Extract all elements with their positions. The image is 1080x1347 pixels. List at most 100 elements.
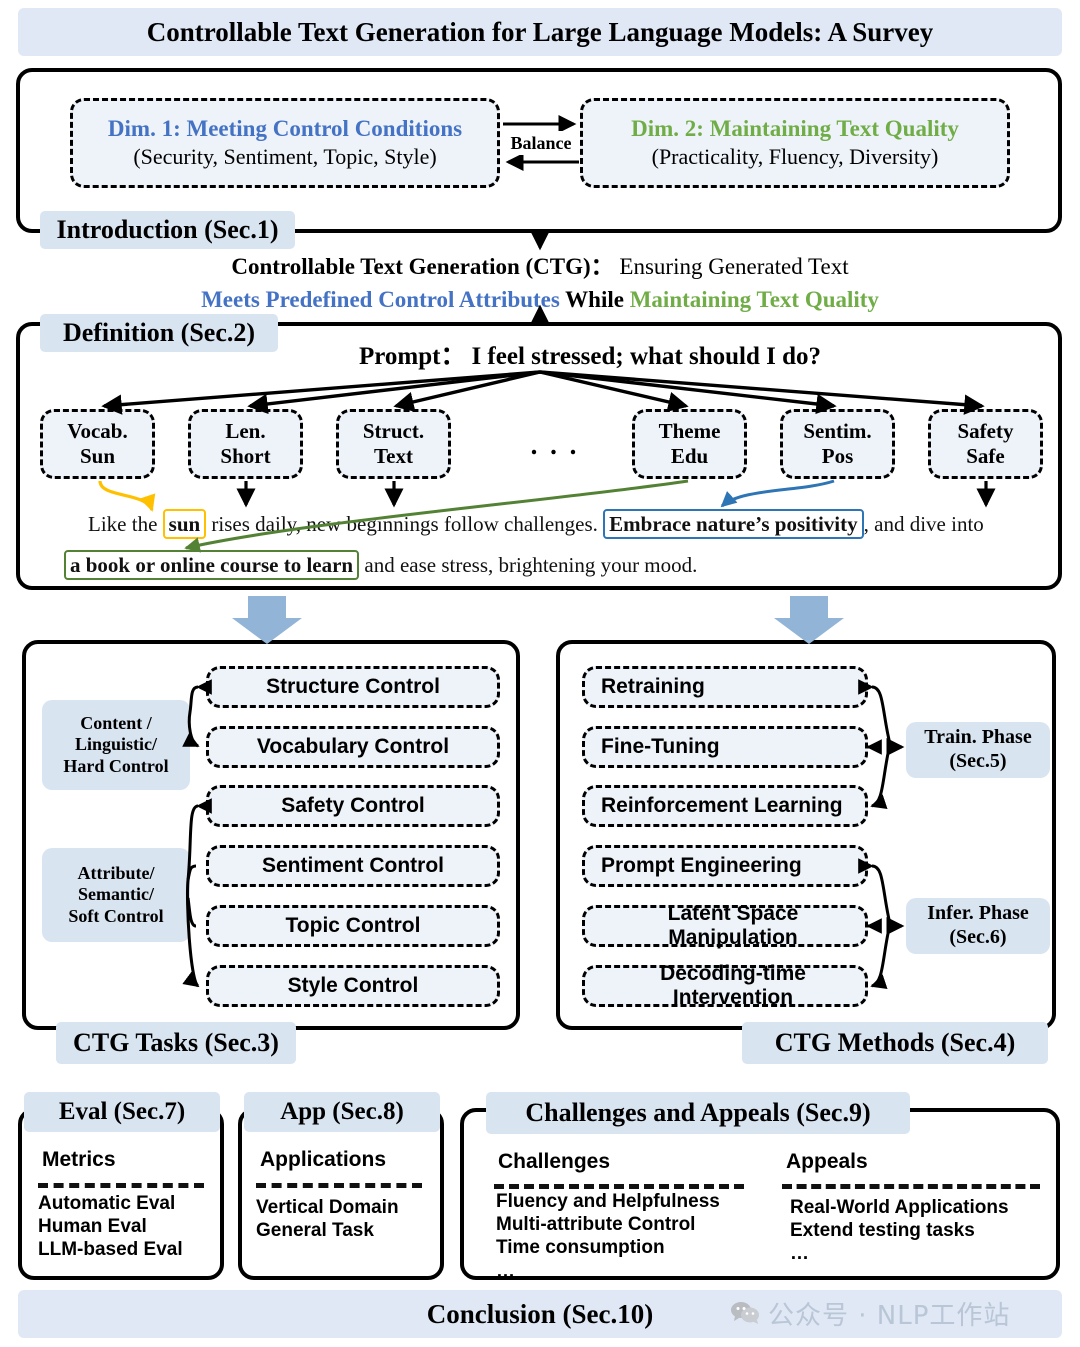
gen-l2-b: and ease stress, brightening your mood. <box>359 553 698 577</box>
task-item-topic-control-label: Topic Control <box>285 914 421 937</box>
conclusion-label: Conclusion (Sec.10) <box>426 1298 654 1329</box>
prompt-line: Prompt： I feel stressed; what should I do… <box>290 336 890 372</box>
section-tag-app-text: App (Sec.8) <box>280 1098 404 1125</box>
generated-text-line2: a book or online course to learn and eas… <box>64 550 698 580</box>
attribute-box-sentim: Sentim. Pos <box>780 409 895 479</box>
group-chip-train-phase: Train. Phase (Sec.5) <box>906 722 1050 778</box>
watermark: 公众号 · NLP工作站 <box>730 1296 1011 1331</box>
generated-text-line1: Like the sun rises daily, new beginnings… <box>88 509 984 539</box>
attribute-box-struct: Struct. Text <box>336 409 451 479</box>
gen-l1-b: rises daily, new beginnings follow chall… <box>206 512 604 536</box>
attribute-box-theme-line1: Theme <box>658 419 721 443</box>
group-chip-infer-phase-line2: (Sec.6) <box>949 926 1007 948</box>
challenges-right-subhead: Appeals <box>786 1150 868 1174</box>
attributes-ellipsis-text: . . . <box>530 430 580 460</box>
attribute-box-len-line2: Short <box>220 444 271 468</box>
dim2-box: Dim. 2: Maintaining Text Quality (Practi… <box>580 98 1010 188</box>
group-chip-soft-control-line1: Attribute/ <box>77 863 155 884</box>
section-tag-definition: Definition (Sec.2) <box>40 314 278 352</box>
method-item-reinforcement-learning-label: Reinforcement Learning <box>601 794 843 817</box>
group-chip-train-phase-line2: (Sec.5) <box>949 750 1007 772</box>
attribute-box-len-line1: Len. <box>225 419 266 443</box>
dim1-heading: Dim. 1: Meeting Control Conditions <box>107 116 463 141</box>
page-title-text: Controllable Text Generation for Large L… <box>146 16 934 47</box>
attribute-box-vocab: Vocab. Sun <box>40 409 155 479</box>
task-item-style-control-label: Style Control <box>287 974 419 997</box>
attribute-box-struct-line2: Text <box>374 444 413 468</box>
attribute-box-safety: Safety Safe <box>928 409 1043 479</box>
method-item-decoding-time-intervention-label: Decoding-time Intervention <box>660 962 806 1009</box>
eval-subhead: Metrics <box>42 1148 116 1172</box>
group-chip-hard-control: Content / Linguistic/ Hard Control <box>42 700 190 790</box>
challenges-right-list: Real-World Applications Extend testing t… <box>790 1196 1009 1266</box>
method-item-latent-space-manipulation-label: Latent Space Manipulation <box>667 902 799 949</box>
challenges-right-list-item: Extend testing tasks <box>790 1220 975 1242</box>
group-chip-hard-control-line3: Hard Control <box>63 755 169 776</box>
app-subhead-text: Applications <box>260 1148 387 1171</box>
challenges-right-divider <box>782 1184 1040 1189</box>
dim2-subtext: (Practicality, Fluency, Diversity) <box>651 144 939 169</box>
section-tag-introduction-text: Introduction (Sec.1) <box>56 215 279 244</box>
eval-list-item: Automatic Eval <box>38 1193 176 1214</box>
eval-divider <box>38 1183 204 1188</box>
task-item-sentiment-control-label: Sentiment Control <box>262 854 444 877</box>
attribute-box-sentim-line1: Sentim. <box>803 419 872 443</box>
challenges-left-divider <box>494 1184 744 1189</box>
highlight-positivity: Embrace nature’s positivity <box>603 509 864 539</box>
task-item-sentiment-control[interactable]: Sentiment Control <box>206 845 500 887</box>
ctg-statement-line1-rest: Ensuring Generated Text <box>613 254 849 279</box>
section-tag-challenges-text: Challenges and Appeals (Sec.9) <box>525 1098 871 1127</box>
method-item-retraining[interactable]: Retraining <box>582 666 868 708</box>
task-item-vocabulary-control-label: Vocabulary Control <box>256 735 450 758</box>
attribute-box-theme: Theme Edu <box>632 409 747 479</box>
group-chip-hard-control-line1: Content / <box>80 713 152 734</box>
eval-list-item: LLM-based Eval <box>38 1239 183 1261</box>
task-item-vocabulary-control[interactable]: Vocabulary Control <box>206 726 500 768</box>
group-chip-hard-control-line2: Linguistic/ <box>74 734 158 755</box>
challenges-right-subhead-text: Appeals <box>786 1150 868 1173</box>
challenges-right-list-item: … <box>790 1243 809 1265</box>
gen-l1-c: , and dive into <box>863 512 984 536</box>
app-subhead: Applications <box>260 1148 386 1172</box>
task-item-style-control[interactable]: Style Control <box>206 965 500 1007</box>
challenges-left-list: Fluency and Helpfulness Multi-attribute … <box>496 1190 720 1283</box>
highlight-sun: sun <box>162 509 207 539</box>
watermark-text: 公众号 · NLP工作站 <box>768 1300 1011 1331</box>
attribute-box-safety-line1: Safety <box>957 419 1014 443</box>
balance-label: Balance <box>503 131 579 155</box>
eval-subhead-text: Metrics <box>42 1148 116 1171</box>
challenges-left-list-item: Fluency and Helpfulness <box>496 1191 720 1212</box>
section-tag-eval-text: Eval (Sec.7) <box>58 1098 186 1125</box>
app-list-item: Vertical Domain <box>256 1197 399 1218</box>
prompt-label: Prompt： <box>358 343 466 370</box>
method-item-decoding-time-intervention[interactable]: Decoding-time Intervention <box>582 962 868 1009</box>
attribute-box-vocab-line1: Vocab. <box>67 419 128 443</box>
challenges-left-subhead: Challenges <box>498 1150 610 1174</box>
gen-l1-a: Like the <box>88 512 163 536</box>
method-item-fine-tuning-label: Fine-Tuning <box>601 735 720 758</box>
section-tag-ctg-methods-text: CTG Methods (Sec.4) <box>774 1028 1016 1057</box>
task-item-structure-control[interactable]: Structure Control <box>206 666 500 708</box>
eval-list: Automatic Eval Human Eval LLM-based Eval <box>38 1192 183 1262</box>
arrow-definition-to-tasks <box>232 596 302 644</box>
app-list-item: General Task <box>256 1220 374 1242</box>
attribute-box-len: Len. Short <box>188 409 303 479</box>
method-item-prompt-engineering[interactable]: Prompt Engineering <box>582 845 868 887</box>
task-item-structure-control-label: Structure Control <box>266 675 440 698</box>
app-divider <box>256 1183 422 1188</box>
task-item-topic-control[interactable]: Topic Control <box>206 905 500 947</box>
section-tag-ctg-tasks: CTG Tasks (Sec.3) <box>56 1022 296 1064</box>
balance-label-text: Balance <box>510 132 572 153</box>
section-tag-challenges: Challenges and Appeals (Sec.9) <box>486 1092 910 1134</box>
challenges-left-list-item: Multi-attribute Control <box>496 1214 696 1236</box>
app-panel <box>238 1108 444 1280</box>
section-tag-app: App (Sec.8) <box>244 1092 440 1132</box>
method-item-fine-tuning[interactable]: Fine-Tuning <box>582 726 868 768</box>
group-chip-infer-phase: Infer. Phase (Sec.6) <box>906 898 1050 954</box>
section-tag-eval: Eval (Sec.7) <box>24 1092 220 1132</box>
arrow-definition-to-methods <box>774 596 844 644</box>
ctg-statement-line2-mid: While <box>559 287 630 313</box>
task-item-safety-control[interactable]: Safety Control <box>206 785 500 827</box>
method-item-reinforcement-learning[interactable]: Reinforcement Learning <box>582 785 868 827</box>
method-item-latent-space-manipulation[interactable]: Latent Space Manipulation <box>582 902 868 949</box>
